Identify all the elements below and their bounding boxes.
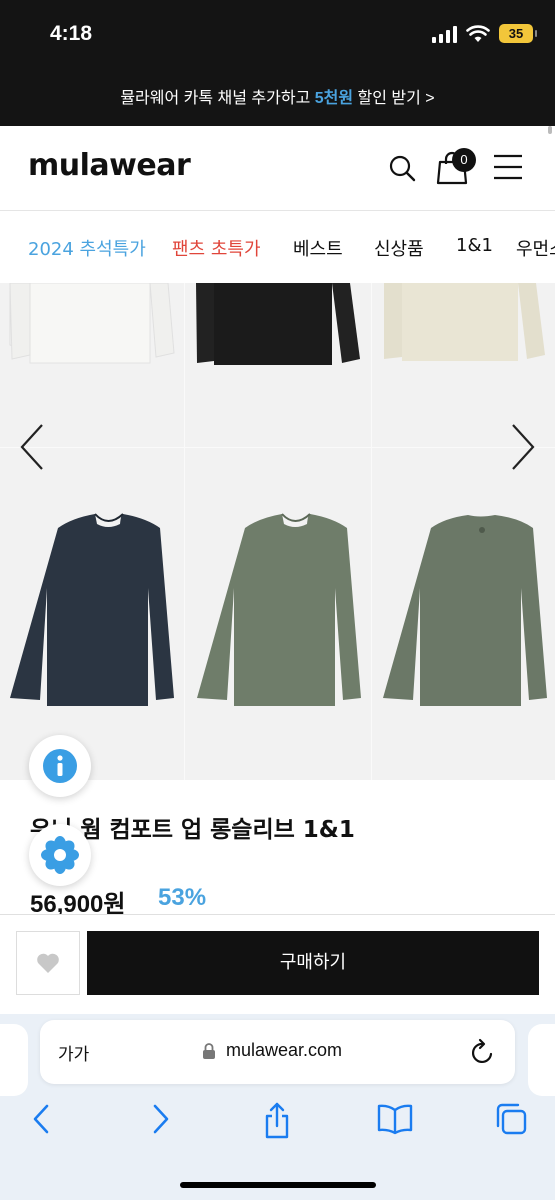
nav-item-womens[interactable]: 우먼스: [516, 235, 555, 261]
forward-icon[interactable]: [150, 1102, 172, 1136]
site-header: mulawear 0: [0, 126, 555, 211]
nav-item-one-plus-one[interactable]: 1&1: [456, 235, 493, 256]
info-floating-button[interactable]: [29, 735, 91, 797]
bookmarks-icon[interactable]: [376, 1102, 414, 1136]
next-tab-preview[interactable]: [528, 1024, 555, 1096]
heart-icon: [37, 953, 59, 973]
nav-item-label: 우먼스: [516, 239, 555, 260]
site-logo[interactable]: mulawear: [28, 148, 191, 183]
cellular-signal-icon: [432, 25, 457, 43]
discount-rate: 53%: [158, 884, 207, 911]
khaki-longsleeve-back-image: [383, 515, 547, 706]
share-icon[interactable]: [262, 1102, 292, 1140]
nav-item-pants-sale[interactable]: 팬츠 초특가: [172, 235, 261, 261]
cart-count-badge: 0: [452, 148, 476, 172]
khaki-longsleeve-front-image: [197, 513, 361, 706]
promo-highlight: 5천원: [314, 90, 354, 107]
nav-item-best[interactable]: 베스트: [293, 235, 343, 261]
navy-longsleeve-image: [10, 513, 174, 706]
status-indicators: 35: [432, 24, 537, 43]
hamburger-menu-icon[interactable]: [492, 150, 524, 184]
gallery-next-arrow-icon[interactable]: [509, 423, 537, 471]
chat-floating-button[interactable]: [29, 824, 91, 886]
purchase-bar: 구매하기: [0, 914, 555, 1014]
nav-item-label: 베스트: [293, 239, 343, 260]
info-icon: [43, 749, 77, 783]
gallery-prev-arrow-icon[interactable]: [18, 423, 46, 471]
url-text: mulawear.com: [226, 1040, 343, 1060]
browser-toolbar: 가가 mulawear.com: [0, 1014, 555, 1200]
promo-banner[interactable]: 뮬라웨어 카톡 채널 추가하고 5천원 할인 받기 >: [0, 72, 555, 126]
wishlist-button[interactable]: [16, 931, 80, 995]
battery-indicator: 35: [499, 24, 537, 43]
nav-item-label: 신상품: [374, 239, 424, 260]
home-indicator: [180, 1182, 376, 1188]
category-nav: 2024 추석특가 팬츠 초특가 베스트 신상품 1&1 우먼스: [0, 211, 555, 283]
chat-flower-icon: [41, 836, 79, 874]
status-time: 4:18: [50, 22, 93, 45]
nav-item-label: 1&1: [456, 235, 493, 256]
buy-now-button[interactable]: 구매하기: [87, 931, 539, 995]
gallery-top-row: [9, 283, 545, 365]
nav-item-chuseok-sale[interactable]: 2024 추석특가: [28, 235, 146, 261]
scroll-indicator: [548, 126, 552, 134]
promo-text-prefix: 뮬라웨어 카톡 채널 추가하고: [120, 90, 315, 107]
nav-item-new[interactable]: 신상품: [374, 235, 424, 261]
back-icon[interactable]: [30, 1102, 52, 1136]
search-icon[interactable]: [388, 150, 418, 184]
gallery-bottom-row: [10, 513, 547, 706]
product-image-gallery[interactable]: [0, 283, 555, 780]
promo-text-suffix: 할인 받기 >: [353, 90, 435, 107]
wifi-icon: [466, 24, 490, 42]
nav-item-label: 팬츠 초특가: [172, 239, 261, 260]
tabs-icon[interactable]: [494, 1102, 528, 1136]
status-bar: 4:18 35: [0, 0, 555, 72]
nav-item-label: 2024 추석특가: [28, 239, 146, 260]
lock-icon: [203, 1043, 215, 1059]
reload-icon[interactable]: [470, 1038, 496, 1066]
previous-tab-preview[interactable]: [0, 1024, 28, 1096]
text-size-button[interactable]: 가가: [58, 1040, 89, 1065]
address-bar[interactable]: 가가 mulawear.com: [40, 1020, 515, 1084]
